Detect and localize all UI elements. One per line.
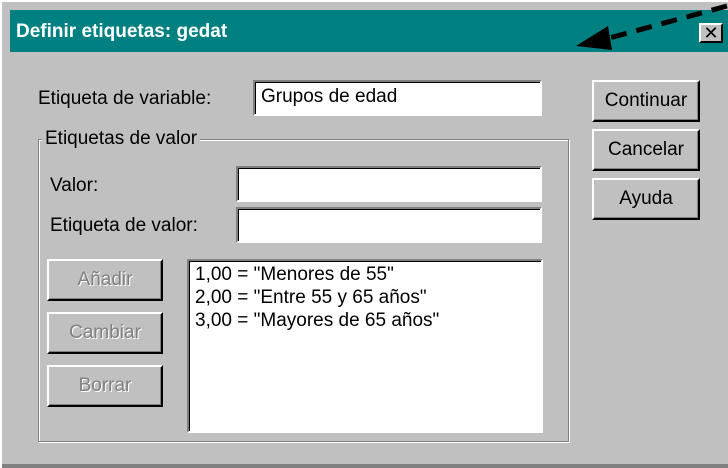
value-labels-group-title: Etiquetas de valor <box>42 128 201 150</box>
change-button[interactable]: Cambiar <box>47 312 163 354</box>
variable-label-input[interactable]: Grupos de edad <box>253 80 542 116</box>
value-label-caption: Etiqueta de valor: <box>50 215 198 236</box>
list-item[interactable]: 2,00 = "Entre 55 y 65 años" <box>195 286 535 309</box>
variable-label-caption: Etiqueta de variable: <box>38 88 212 109</box>
remove-button[interactable]: Borrar <box>47 365 163 407</box>
continue-button[interactable]: Continuar <box>592 80 700 122</box>
list-item[interactable]: 3,00 = "Mayores de 65 años" <box>195 309 535 332</box>
help-button[interactable]: Ayuda <box>592 178 700 220</box>
value-label-input[interactable] <box>236 207 542 243</box>
window-title: Definir etiquetas: gedat <box>16 21 228 42</box>
add-button[interactable]: Añadir <box>47 259 163 301</box>
value-labels-list[interactable]: 1,00 = "Menores de 55" 2,00 = "Entre 55 … <box>187 259 543 433</box>
cancel-button[interactable]: Cancelar <box>592 129 700 171</box>
dialog-bottom-edge <box>2 464 728 468</box>
value-caption: Valor: <box>50 175 99 196</box>
annotation-arrow-icon <box>576 3 728 50</box>
value-input[interactable] <box>236 166 542 202</box>
list-item[interactable]: 1,00 = "Menores de 55" <box>195 263 535 286</box>
define-labels-dialog: Definir etiquetas: gedat ✕ Etiqueta de v… <box>0 0 728 468</box>
